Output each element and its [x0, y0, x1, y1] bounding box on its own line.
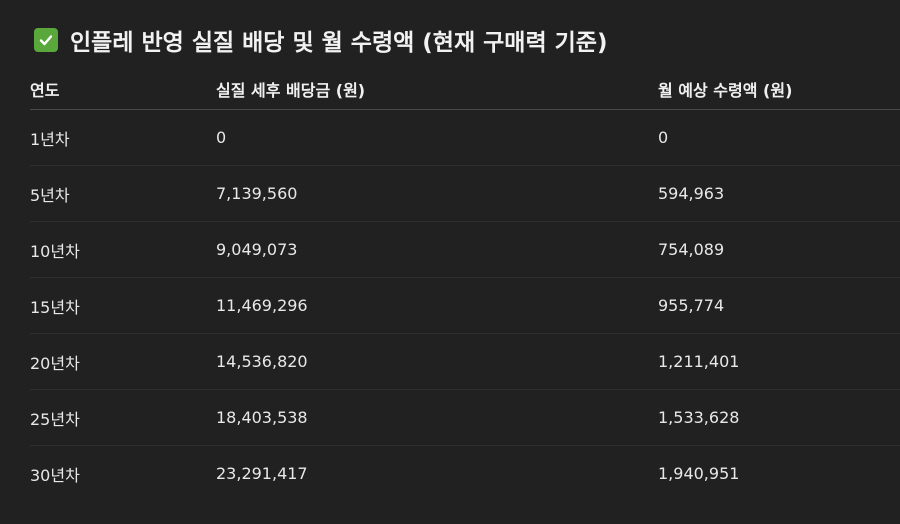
cell-real-dividend: 18,403,538	[216, 389, 658, 446]
cell-year: 5년차	[30, 165, 216, 222]
section-title: 인플레 반영 실질 배당 및 월 수령액 (현재 구매력 기준)	[70, 30, 608, 56]
cell-real-dividend: 14,536,820	[216, 333, 658, 390]
column-header-monthly-amount: 월 예상 수령액 (원)	[658, 68, 900, 110]
cell-year: 25년차	[30, 389, 216, 446]
column-header-real-dividend: 실질 세후 배당금 (원)	[216, 68, 658, 110]
cell-year: 10년차	[30, 221, 216, 278]
cell-real-dividend: 0	[216, 109, 658, 166]
cell-monthly-amount: 1,940,951	[658, 464, 740, 483]
section-heading: 인플레 반영 실질 배당 및 월 수령액 (현재 구매력 기준)	[34, 22, 607, 58]
table-row: 5년차 7,139,560 594,963	[30, 165, 900, 222]
cell-monthly-amount: 1,533,628	[658, 389, 900, 446]
cell-real-dividend: 23,291,417	[216, 464, 308, 483]
check-mark-icon	[34, 28, 58, 52]
cell-year: 20년차	[30, 333, 216, 390]
table-row: 25년차 18,403,538 1,533,628	[30, 389, 900, 446]
table-row: 15년차 11,469,296 955,774	[30, 277, 900, 334]
cell-monthly-amount: 955,774	[658, 277, 900, 334]
cell-real-dividend: 7,139,560	[216, 165, 658, 222]
cell-year: 15년차	[30, 277, 216, 334]
table-row: 20년차 14,536,820 1,211,401	[30, 333, 900, 390]
cell-real-dividend: 9,049,073	[216, 221, 658, 278]
cell-monthly-amount: 754,089	[658, 221, 900, 278]
cell-monthly-amount: 0	[658, 109, 900, 166]
cell-monthly-amount: 594,963	[658, 165, 900, 222]
cell-monthly-amount: 1,211,401	[658, 333, 900, 390]
cell-real-dividend: 11,469,296	[216, 277, 658, 334]
table-row: 30년차 23,291,417 1,940,951	[30, 446, 900, 502]
table-row: 10년차 9,049,073 754,089	[30, 221, 900, 278]
table-header-row: 연도 실질 세후 배당금 (원) 월 예상 수령액 (원)	[30, 68, 900, 110]
dividend-table: 연도 실질 세후 배당금 (원) 월 예상 수령액 (원) 1년차 0 0 5년…	[30, 68, 900, 501]
cell-year: 1년차	[30, 109, 216, 166]
cell-year: 30년차	[30, 465, 80, 485]
column-header-year: 연도	[30, 68, 216, 110]
table-row: 1년차 0 0	[30, 109, 900, 166]
